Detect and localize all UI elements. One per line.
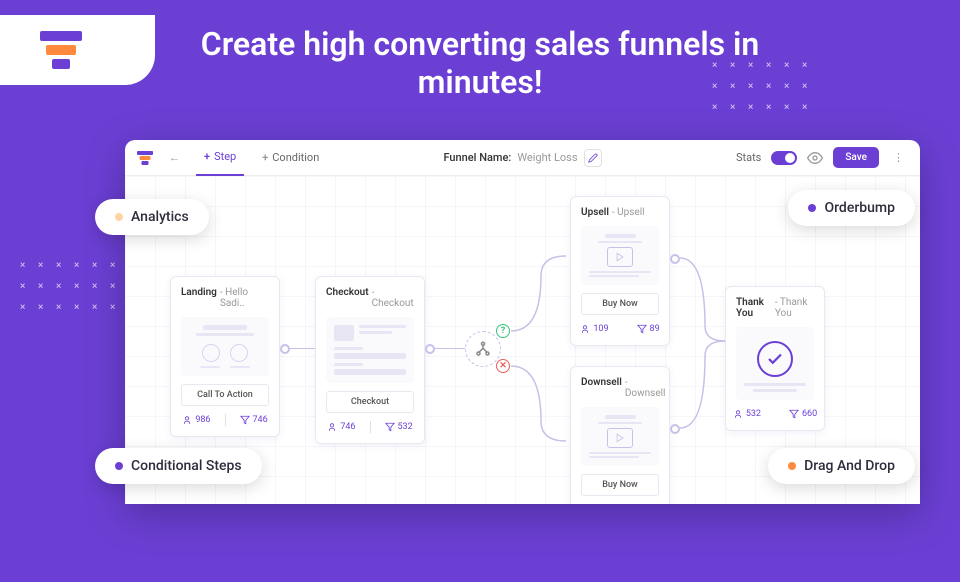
card-preview: [326, 317, 414, 383]
funnel-icon: [40, 31, 82, 69]
card-stats: 746 532: [326, 421, 414, 433]
card-preview: [736, 327, 814, 400]
split-node[interactable]: [465, 331, 501, 367]
checkout-button[interactable]: Checkout: [326, 391, 414, 413]
cta-button[interactable]: Call To Action: [181, 384, 269, 406]
buy-button[interactable]: Buy Now: [581, 293, 659, 315]
card-preview: [181, 317, 269, 376]
funnel-name: Funnel Name: Weight Loss: [443, 149, 601, 167]
card-thankyou[interactable]: Thank You- Thank You 532 660: [725, 286, 825, 431]
card-stats: 109 89: [581, 323, 659, 335]
pill-analytics: Analytics: [95, 199, 209, 235]
badge-fail-icon: ✕: [496, 359, 510, 373]
save-button[interactable]: Save: [833, 147, 879, 168]
stats-toggle[interactable]: [771, 151, 797, 165]
tab-step[interactable]: +Step: [196, 140, 244, 176]
card-preview: [581, 407, 659, 466]
buy-button[interactable]: Buy Now: [581, 474, 659, 496]
menu-icon[interactable]: ⋮: [889, 151, 908, 164]
badge-success-icon: ?: [496, 324, 510, 338]
pill-orderbump: Orderbump: [788, 190, 915, 226]
pill-dragdrop: Drag And Drop: [768, 448, 915, 484]
stats-label: Stats: [736, 151, 761, 164]
card-stats: 986 746: [181, 414, 269, 426]
pill-conditional: Conditional Steps: [95, 448, 262, 484]
card-stats: 532 660: [736, 408, 814, 420]
card-landing[interactable]: Landing- Hello Sadi.. Call To Action 986…: [170, 276, 280, 437]
card-upsell[interactable]: Upsell- Upsell Buy Now 109 89: [570, 196, 670, 346]
toolbar: ← +Step +Condition Funnel Name: Weight L…: [125, 140, 920, 176]
preview-icon[interactable]: [807, 150, 823, 166]
card-downsell[interactable]: Downsell- Downsell Buy Now 119 39: [570, 366, 670, 504]
funnel-icon: [137, 151, 153, 165]
card-preview: [581, 226, 659, 285]
back-button[interactable]: ←: [163, 151, 186, 164]
check-icon: [757, 341, 793, 377]
logo-badge: [0, 15, 155, 85]
tab-condition[interactable]: +Condition: [254, 140, 327, 176]
card-checkout[interactable]: Checkout- Checkout Checkout 746 532: [315, 276, 425, 444]
headline: Create high converting sales funnels in …: [180, 25, 780, 102]
edit-icon[interactable]: [584, 149, 602, 167]
